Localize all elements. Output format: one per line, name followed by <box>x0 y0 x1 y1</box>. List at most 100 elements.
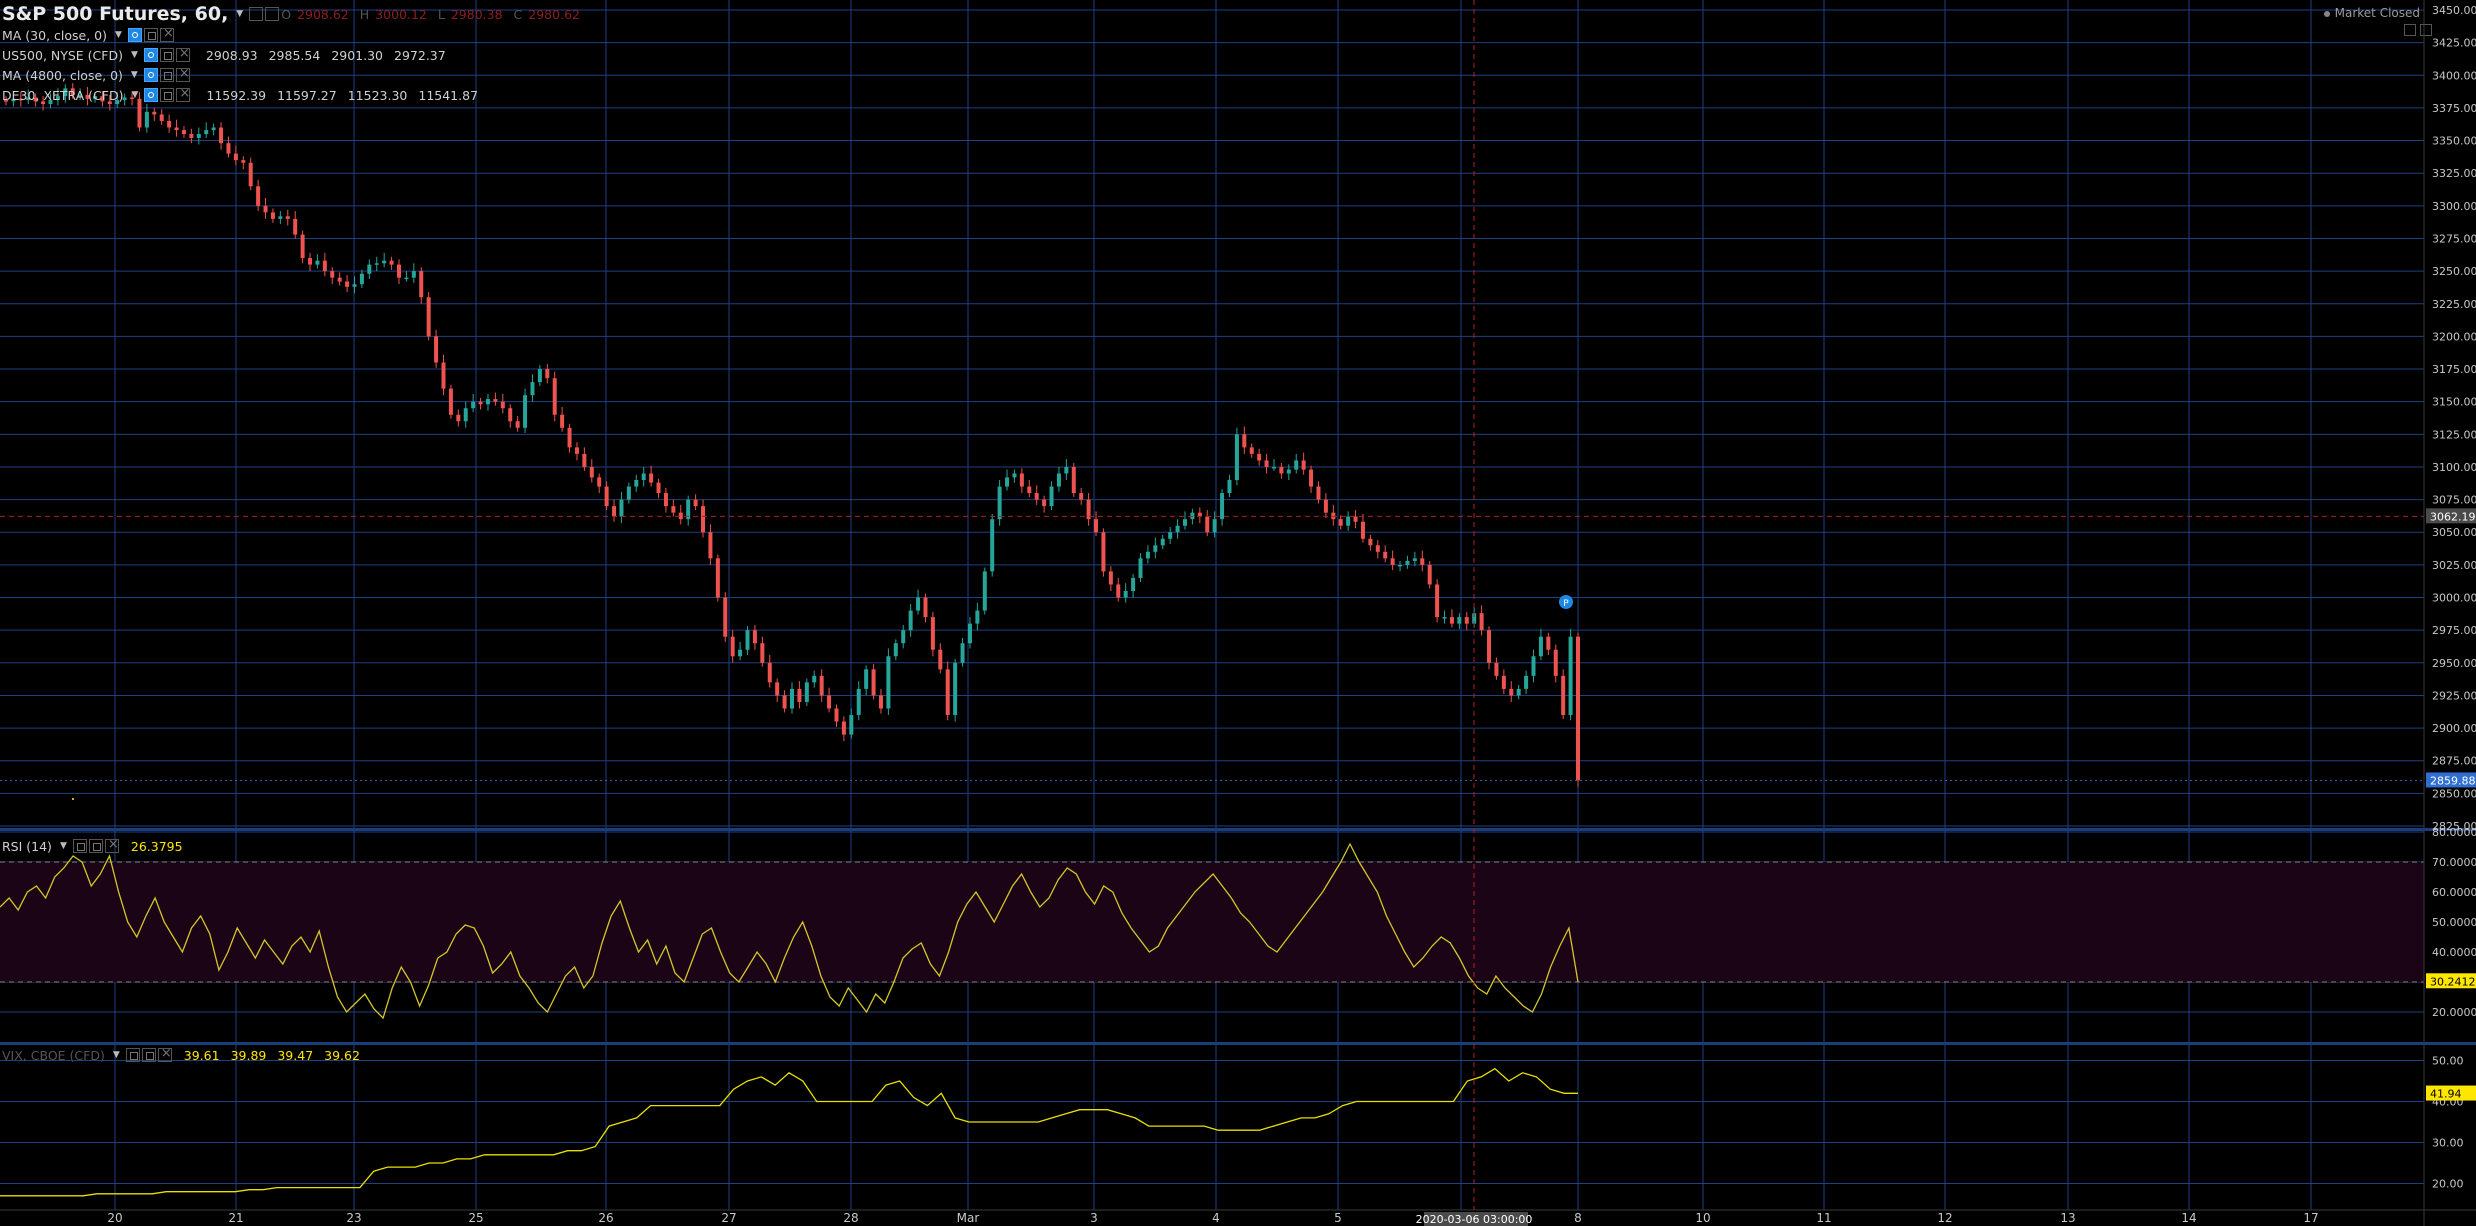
candle <box>715 558 720 598</box>
chevron-down-icon[interactable]: ▼ <box>60 841 67 851</box>
x-tick-label: 21 <box>228 1211 243 1225</box>
x-tick-label: 11 <box>1816 1211 1831 1225</box>
candle <box>389 260 394 265</box>
candle <box>1487 630 1492 663</box>
overlay-close: 11541.87 <box>418 87 479 103</box>
overlay-close: 2972.37 <box>394 47 446 63</box>
eye-icon[interactable] <box>72 839 87 853</box>
x-tick-label: 4 <box>1212 1211 1220 1225</box>
candle <box>1257 453 1262 461</box>
price-tick-label: 2950.00 <box>2432 657 2476 670</box>
candle <box>1553 649 1558 676</box>
candle <box>1338 519 1343 526</box>
candle <box>886 656 891 709</box>
candle <box>1101 532 1106 572</box>
settings-icon[interactable] <box>88 839 103 853</box>
overlay-label: DE30, XETRA (CFD) <box>2 87 124 103</box>
eye-icon[interactable] <box>249 7 264 21</box>
vix-tick-label: 20.00 <box>2432 1178 2464 1191</box>
settings-icon[interactable] <box>143 28 158 42</box>
vix-legend[interactable]: VIX, CBOE (CFD) ▼ 39.61 39.89 39.47 39.6… <box>2 1045 371 1065</box>
overlay-label: MA (4800, close, 0) <box>2 67 123 83</box>
eye-icon[interactable] <box>127 28 142 42</box>
candle <box>1079 493 1084 500</box>
eye-icon[interactable] <box>143 68 158 82</box>
x-tick-label: 3 <box>1090 1211 1098 1225</box>
overlay-ma30-legend[interactable]: MA (30, close, 0) ▼ <box>2 25 176 45</box>
close-icon[interactable] <box>157 1046 172 1062</box>
price-tick-label: 3400.00 <box>2432 69 2476 82</box>
candle <box>626 486 631 500</box>
candle <box>1094 519 1099 533</box>
overlay-us500-legend[interactable]: US500, NYSE (CFD) ▼ 2908.93 2985.54 2901… <box>2 45 457 65</box>
chevron-down-icon[interactable]: ▼ <box>131 70 138 80</box>
eye-icon[interactable] <box>143 48 158 62</box>
candle <box>270 212 275 219</box>
chevron-down-icon[interactable]: ▼ <box>131 90 138 100</box>
rsi-band <box>0 861 2424 983</box>
candle <box>1160 538 1165 546</box>
vix-high: 39.89 <box>230 1047 267 1063</box>
eye-icon[interactable] <box>144 88 159 102</box>
candle <box>1457 617 1462 624</box>
eye-icon[interactable] <box>125 1048 140 1062</box>
candle <box>1294 460 1299 470</box>
candle <box>1042 499 1047 507</box>
candle <box>901 630 906 644</box>
symbol-title[interactable]: S&P 500 Futures, 60, <box>2 3 228 25</box>
close-icon[interactable] <box>159 26 174 42</box>
overlay-high: 11597.27 <box>277 87 337 103</box>
overlay-de30-legend[interactable]: DE30, XETRA (CFD) ▼ 11592.39 11597.27 11… <box>2 85 489 105</box>
chevron-down-icon[interactable]: ▼ <box>113 1050 120 1060</box>
last-price-badge: 2859.88 <box>2430 774 2476 787</box>
chart-canvas[interactable]: P 3450.003425.003400.003375.003350.00332… <box>0 0 2476 1226</box>
drawing-dot <box>72 798 74 800</box>
candle <box>1301 460 1306 470</box>
candle <box>1524 675 1529 689</box>
price-axes: 3450.00 3425.00 3400.00 3375.00 3350.00 3325.… <box>2432 4 2476 1191</box>
chevron-down-icon[interactable]: ▼ <box>131 50 138 60</box>
rsi-tick-label: 40.0000 <box>2432 946 2476 959</box>
candle <box>337 277 342 282</box>
candle <box>204 130 209 135</box>
candle <box>508 408 513 422</box>
close-icon[interactable] <box>175 66 190 82</box>
market-status-text: Market Closed <box>2334 6 2420 20</box>
chevron-down-icon[interactable]: ▼ <box>115 30 122 40</box>
close-icon[interactable] <box>104 837 119 853</box>
price-tick-label: 3375.00 <box>2432 102 2476 115</box>
settings-icon[interactable] <box>159 48 174 62</box>
candle <box>1153 545 1158 552</box>
overlay-ma4800-legend[interactable]: MA (4800, close, 0) ▼ <box>2 65 192 85</box>
close-icon[interactable] <box>176 86 191 102</box>
settings-icon[interactable] <box>141 1048 156 1062</box>
candle <box>463 408 468 422</box>
price-tick-label: 3150.00 <box>2432 396 2476 409</box>
candle <box>523 395 528 428</box>
candle <box>308 258 313 265</box>
settings-icon[interactable] <box>265 7 280 21</box>
rsi-tick-label: 70.0000 <box>2432 856 2476 869</box>
candle <box>315 260 320 265</box>
candle <box>574 447 579 454</box>
close-icon[interactable] <box>175 46 190 62</box>
candle <box>152 111 157 115</box>
grid-lines <box>0 0 2424 1210</box>
settings-icon[interactable] <box>159 68 174 82</box>
candle <box>1561 675 1566 716</box>
candle <box>982 571 987 611</box>
candle <box>1390 558 1395 565</box>
rsi-legend[interactable]: RSI (14) ▼ 26.3795 <box>2 836 194 856</box>
maximize-icon[interactable] <box>2404 24 2416 36</box>
candle <box>1383 551 1388 559</box>
restore-icon[interactable] <box>2420 24 2432 36</box>
chevron-down-icon[interactable]: ▼ <box>236 9 243 19</box>
candle <box>1220 493 1225 520</box>
overlay-label: MA (30, close, 0) <box>2 27 108 43</box>
candle <box>975 610 980 624</box>
price-tick-label: 3125.00 <box>2432 428 2476 441</box>
settings-icon[interactable] <box>160 88 175 102</box>
close-label: C <box>513 6 523 22</box>
candle <box>159 114 164 121</box>
candle <box>411 271 416 278</box>
